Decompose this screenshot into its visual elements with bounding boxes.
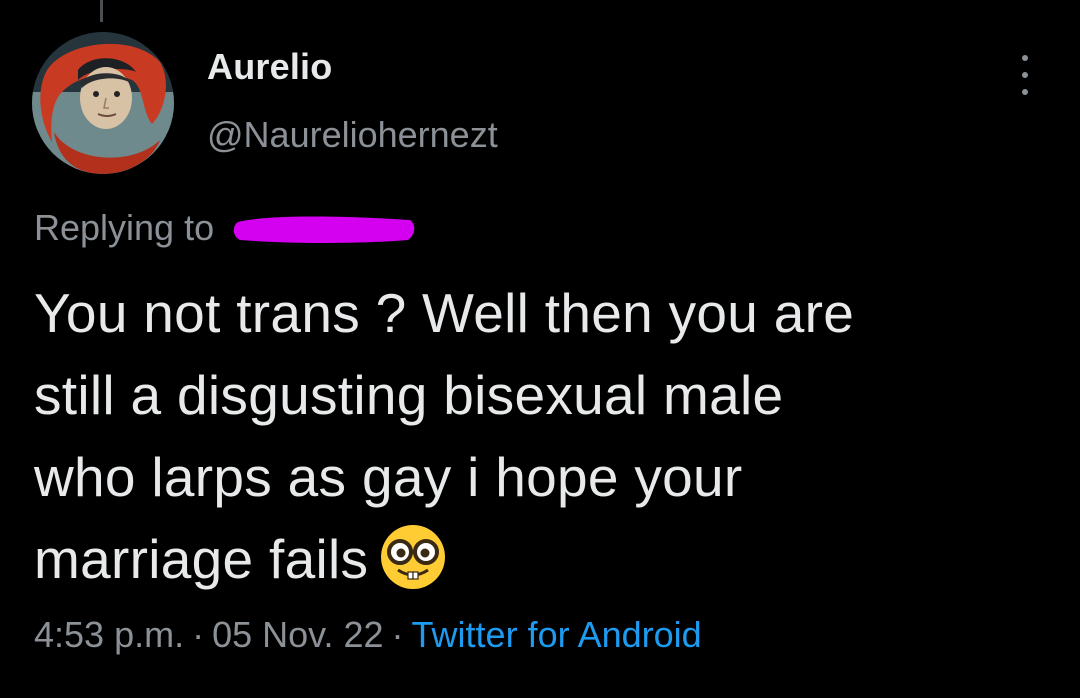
tweet-text-line: marriage fails — [34, 528, 369, 590]
replying-to-line: Replying to — [34, 207, 418, 250]
replying-to-label: Replying to — [34, 207, 215, 248]
meta-separator: · — [192, 614, 205, 655]
avatar-image — [32, 32, 174, 174]
meta-separator: · — [391, 614, 404, 655]
thread-connector-line — [100, 0, 103, 22]
more-dot-icon — [1022, 55, 1028, 61]
more-dot-icon — [1022, 89, 1028, 95]
tweet-text-line: who larps as gay i hope your — [34, 446, 743, 508]
tweet-meta: 4:53 p.m. · 05 Nov. 22 · Twitter for Android — [34, 614, 702, 656]
tweet-text-line: still a disgusting bisexual male — [34, 364, 784, 426]
tweet-body: You not trans ? Well then you are still … — [34, 272, 1044, 600]
redaction-scribble — [233, 216, 415, 243]
nerd-face-emoji-icon — [378, 522, 448, 592]
tweet-time[interactable]: 4:53 p.m. — [34, 614, 184, 655]
more-options-button[interactable] — [1012, 55, 1038, 95]
more-dot-icon — [1022, 72, 1028, 78]
tweet-text-line: You not trans ? Well then you are — [34, 282, 855, 344]
tweet-last-line: marriage fails — [34, 518, 1044, 600]
avatar[interactable] — [32, 32, 174, 174]
tweet-date[interactable]: 05 Nov. 22 — [212, 614, 383, 655]
author-handle[interactable]: @Naureliohernezt — [207, 114, 498, 156]
author-name[interactable]: Aurelio — [207, 46, 332, 88]
tweet-source-link[interactable]: Twitter for Android — [412, 614, 702, 655]
reply-target-mention[interactable] — [230, 210, 418, 250]
